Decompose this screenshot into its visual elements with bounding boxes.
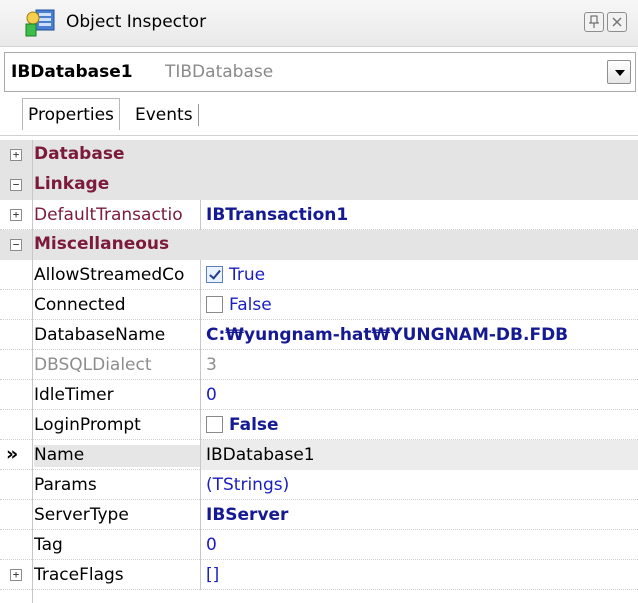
property-value[interactable]: (TStrings) bbox=[206, 475, 289, 495]
property-row-name-selected[interactable]: » Name IBDatabase1 bbox=[0, 440, 638, 470]
tab-divider bbox=[0, 135, 638, 136]
property-value: 3 bbox=[206, 355, 217, 375]
dropdown-arrow-icon[interactable] bbox=[607, 60, 631, 84]
property-row-tag[interactable]: Tag 0 bbox=[0, 530, 638, 560]
property-value[interactable]: IBTransaction1 bbox=[206, 205, 348, 225]
expand-plus-icon[interactable]: + bbox=[10, 209, 22, 221]
selection-arrow-icon: » bbox=[6, 443, 19, 465]
column-divider bbox=[200, 440, 201, 470]
column-divider bbox=[200, 260, 201, 290]
column-divider bbox=[200, 380, 201, 410]
object-inspector-icon bbox=[25, 9, 55, 37]
property-value[interactable]: False bbox=[206, 295, 272, 315]
close-icon[interactable] bbox=[607, 12, 627, 32]
category-label: Miscellaneous bbox=[34, 234, 170, 254]
property-row-loginprompt[interactable]: LoginPrompt False bbox=[0, 410, 638, 440]
object-type: TIBDatabase bbox=[165, 62, 274, 82]
tab-events[interactable]: Events bbox=[130, 104, 199, 126]
property-value[interactable]: 0 bbox=[206, 385, 217, 405]
checkbox-unchecked[interactable] bbox=[206, 416, 223, 433]
category-database[interactable]: + Database bbox=[0, 140, 638, 170]
property-value[interactable]: IBServer bbox=[206, 505, 288, 525]
checkbox-label: False bbox=[229, 295, 272, 315]
property-name: Name bbox=[34, 445, 200, 467]
property-row-traceflags[interactable]: + TraceFlags [] bbox=[0, 560, 638, 590]
checkbox-unchecked[interactable] bbox=[206, 296, 223, 313]
column-divider bbox=[200, 290, 201, 320]
property-row-idletimer[interactable]: IdleTimer 0 bbox=[0, 380, 638, 410]
collapse-minus-icon[interactable]: − bbox=[10, 179, 22, 191]
collapse-minus-icon[interactable]: − bbox=[10, 239, 22, 251]
pin-icon[interactable] bbox=[584, 12, 604, 32]
property-value[interactable]: [] bbox=[206, 565, 219, 585]
gutter-divider bbox=[32, 140, 33, 603]
category-label: Database bbox=[34, 144, 125, 164]
property-name: DatabaseName bbox=[34, 325, 166, 345]
property-name: DBSQLDialect bbox=[34, 355, 152, 375]
property-name: AllowStreamedCo bbox=[34, 265, 185, 285]
property-name: Params bbox=[34, 475, 97, 495]
property-row-dbsqldialect[interactable]: DBSQLDialect 3 bbox=[0, 350, 638, 380]
property-row-databasename[interactable]: DatabaseName C:₩yungnam-hat₩YUNGNAM-DB.F… bbox=[0, 320, 638, 350]
column-divider bbox=[200, 530, 201, 560]
column-divider bbox=[200, 350, 201, 380]
property-row-connected[interactable]: Connected False bbox=[0, 290, 638, 320]
expand-plus-icon[interactable]: + bbox=[10, 569, 22, 581]
column-divider bbox=[200, 500, 201, 530]
category-miscellaneous[interactable]: − Miscellaneous bbox=[0, 230, 638, 260]
property-row-params[interactable]: Params (TStrings) bbox=[0, 470, 638, 500]
tab-properties[interactable]: Properties bbox=[22, 98, 120, 130]
title-bar: Object Inspector bbox=[0, 0, 638, 47]
property-name: ServerType bbox=[34, 505, 129, 525]
property-row-allowstreamed[interactable]: AllowStreamedCo True bbox=[0, 260, 638, 290]
property-name: LoginPrompt bbox=[34, 415, 141, 435]
checkbox-label: True bbox=[229, 265, 266, 285]
object-selector[interactable]: IBDatabase1 TIBDatabase bbox=[4, 52, 636, 92]
property-name: TraceFlags bbox=[34, 565, 124, 585]
expand-plus-icon[interactable]: + bbox=[10, 149, 22, 161]
property-value[interactable]: 0 bbox=[206, 535, 217, 555]
property-name: Connected bbox=[34, 295, 126, 315]
property-name: DefaultTransactio bbox=[34, 205, 183, 225]
window-title: Object Inspector bbox=[66, 12, 207, 32]
column-divider bbox=[200, 320, 201, 350]
property-value[interactable]: IBDatabase1 bbox=[206, 445, 315, 465]
property-value[interactable]: False bbox=[206, 415, 279, 435]
column-divider bbox=[200, 560, 201, 590]
tab-strip: Properties Events bbox=[0, 92, 638, 136]
checkbox-label: False bbox=[229, 415, 279, 435]
column-divider bbox=[200, 200, 201, 230]
checkbox-checked[interactable] bbox=[206, 266, 223, 283]
property-row-servertype[interactable]: ServerType IBServer bbox=[0, 500, 638, 530]
column-divider bbox=[200, 410, 201, 440]
property-value[interactable]: True bbox=[206, 265, 265, 285]
category-linkage[interactable]: − Linkage bbox=[0, 170, 638, 200]
property-name: IdleTimer bbox=[34, 385, 114, 405]
property-row-defaulttransaction[interactable]: + DefaultTransactio IBTransaction1 bbox=[0, 200, 638, 230]
category-label: Linkage bbox=[34, 174, 110, 194]
property-value[interactable]: C:₩yungnam-hat₩YUNGNAM-DB.FDB bbox=[206, 325, 568, 345]
object-name: IBDatabase1 bbox=[11, 62, 133, 82]
property-name: Tag bbox=[34, 535, 63, 555]
column-divider bbox=[200, 470, 201, 500]
